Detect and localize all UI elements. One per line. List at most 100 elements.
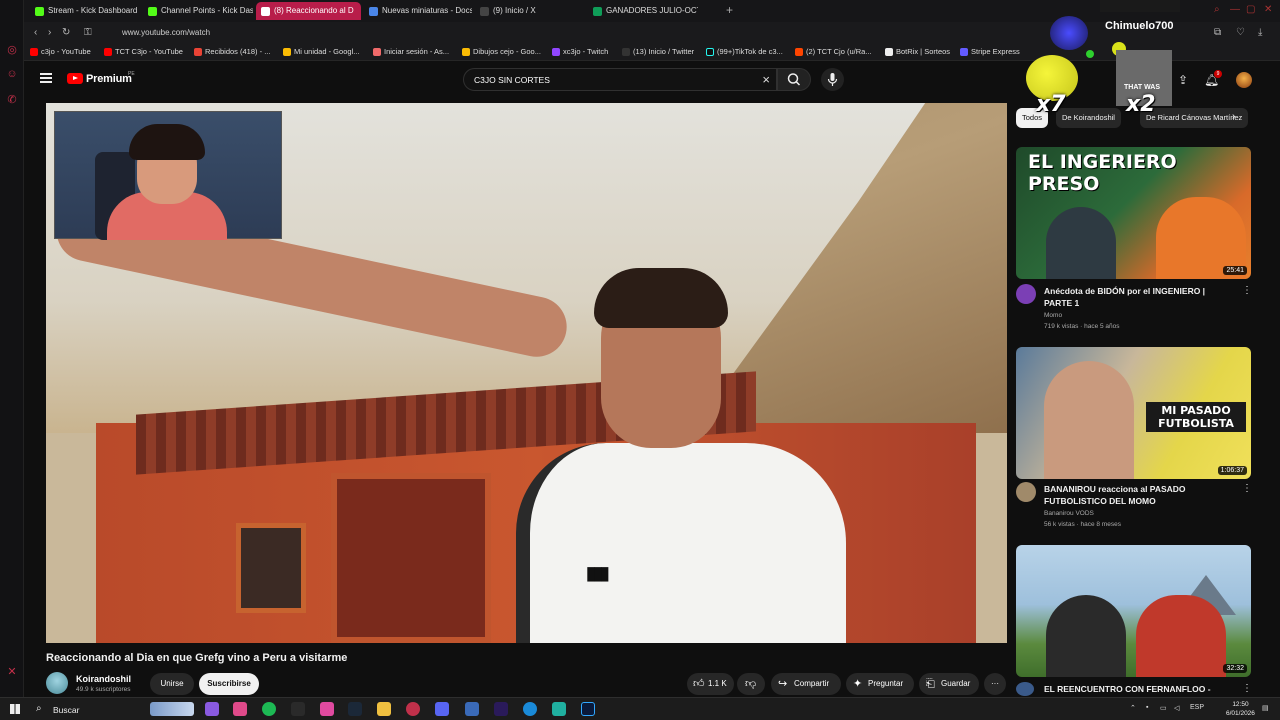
more-vertical-icon[interactable]: ⋮ [1242, 683, 1252, 694]
url-field[interactable]: www.youtube.com/watch [122, 28, 210, 37]
rec-title[interactable]: EL REENCUENTRO CON FERNANFLOO - [1044, 683, 1224, 695]
microphone-icon [827, 73, 838, 86]
voice-search-button[interactable] [821, 68, 844, 91]
bookmark-item[interactable]: (13) Inicio / Twitter [622, 47, 694, 56]
rail-whatsapp-icon[interactable]: ✆ [6, 94, 18, 106]
bookmark-heart-icon[interactable]: ♡ [1236, 27, 1245, 38]
rec-title[interactable]: BANANIROU reacciona al PASADO FUTBOLISTI… [1044, 483, 1224, 507]
network-icon[interactable]: ▭ [1160, 704, 1167, 712]
tray-app-icon[interactable]: ▪ [1146, 704, 1148, 711]
like-button[interactable]: 👍︎ 1.1 K [687, 673, 734, 695]
bookmark-item[interactable]: Mi unidad - Googl... [283, 47, 359, 56]
tab-kick-channel-points[interactable]: Channel Points - Kick Das [143, 2, 253, 20]
rail-history-icon[interactable]: ◎ [6, 44, 18, 56]
asana-icon [373, 48, 381, 56]
rec-thumbnail[interactable]: EL INGERIERO PRESO 25:41 [1016, 147, 1251, 279]
more-vertical-icon[interactable]: ⋮ [1242, 483, 1252, 494]
forward-icon[interactable]: › [48, 27, 51, 38]
rec-thumbnail[interactable]: MI PASADO FUTBOLISTA 1:06:37 [1016, 347, 1251, 479]
bookmark-item[interactable]: (99+)TikTok de c3... [706, 47, 783, 56]
tab-youtube-video[interactable]: (8) Reaccionando al D [256, 2, 361, 20]
tab-ganadores-sheet[interactable]: GANADORES JULIO-OCT [588, 2, 698, 20]
bookmark-item[interactable]: (2) TCT Cjo (u/Ra... [795, 47, 872, 56]
subscribe-button[interactable]: Suscribirse [199, 673, 259, 695]
app-icon[interactable] [552, 702, 566, 716]
bookmark-item[interactable]: TCT C3jo - YouTube [104, 47, 183, 56]
subscriber-count: 49.9 k suscriptores [76, 686, 131, 693]
volume-icon[interactable]: ◁ [1174, 704, 1179, 712]
new-tab-button[interactable]: + [726, 3, 733, 17]
rail-profile-icon[interactable]: ☺ [6, 68, 18, 80]
channel-name[interactable]: Koirandoshil [76, 674, 131, 684]
window-search-icon[interactable]: ⌕ [1214, 4, 1220, 15]
tab-google-docs[interactable]: Nuevas miniaturas - Docs [364, 2, 472, 20]
ask-button[interactable]: ✦ Preguntar [846, 673, 914, 695]
save-button[interactable]: ⎗ Guardar [919, 673, 979, 695]
window-minimize-icon[interactable]: — [1230, 4, 1240, 15]
steam-icon[interactable] [348, 702, 362, 716]
tab-kick-dashboard[interactable]: Stream - Kick Dashboard [30, 2, 140, 20]
edge-icon[interactable] [523, 702, 537, 716]
bookmark-item[interactable]: BotRix | Sorteos [885, 47, 950, 56]
back-icon[interactable]: ‹ [34, 27, 37, 38]
widgets-icon[interactable] [150, 702, 194, 716]
search-button[interactable] [777, 68, 811, 91]
channel-avatar[interactable] [46, 672, 68, 694]
bookmark-item[interactable]: Dibujos cejo - Goo... [462, 47, 541, 56]
rec-thumbnail[interactable]: 32:32 [1016, 545, 1251, 677]
rec-meta: 719 k vistas · hace 5 años [1044, 323, 1120, 330]
channel-avatar[interactable] [1016, 482, 1036, 502]
reload-icon[interactable]: ↻ [62, 27, 70, 38]
chevron-right-icon[interactable]: › [1232, 111, 1235, 122]
tray-chevron-icon[interactable]: ⌃ [1130, 704, 1136, 712]
discord-icon[interactable] [435, 702, 449, 716]
bookmark-item[interactable]: xc3jo - Twitch [552, 47, 608, 56]
bookmark-item[interactable]: c3jo - YouTube [30, 47, 91, 56]
rail-gx-icon[interactable]: ✕ [6, 666, 18, 678]
tab-label: (9) Inicio / X [493, 6, 536, 15]
youtube-logo-icon[interactable] [67, 73, 83, 84]
premiere-icon[interactable] [494, 702, 508, 716]
share-button[interactable]: ↪ Compartir [771, 673, 841, 695]
extensions-icon[interactable]: ⧉ [1214, 27, 1221, 38]
bookmark-item[interactable]: Stripe Express [960, 47, 1020, 56]
app-icon[interactable] [465, 702, 479, 716]
bookmark-item[interactable]: Recibidos (418) - ... [194, 47, 270, 56]
notifications-icon[interactable]: ▤ [1262, 704, 1269, 712]
bookmark-item[interactable]: Iniciar sesión - As... [373, 47, 449, 56]
hamburger-menu-icon[interactable] [40, 73, 52, 83]
instagram-icon[interactable] [320, 702, 334, 716]
youtube-premium-label[interactable]: Premium [86, 73, 132, 85]
spotify-icon[interactable] [262, 702, 276, 716]
more-vertical-icon[interactable]: ⋮ [1242, 285, 1252, 296]
epic-games-icon[interactable] [291, 702, 305, 716]
tab-x-home[interactable]: (9) Inicio / X [475, 2, 583, 20]
window-maximize-icon[interactable]: ▢ [1246, 4, 1255, 15]
app-icon[interactable] [233, 702, 247, 716]
file-explorer-icon[interactable] [377, 702, 391, 716]
search-field[interactable]: C3JO SIN CORTES × [463, 68, 777, 91]
download-icon[interactable]: ⤓ [1258, 27, 1262, 38]
dislike-button[interactable]: 👎︎ [737, 673, 765, 695]
upload-icon[interactable]: ⇪ [1176, 73, 1190, 87]
photoshop-icon[interactable] [581, 702, 595, 716]
account-avatar[interactable] [1236, 72, 1252, 88]
rec-channel[interactable]: Momo [1044, 312, 1062, 319]
channel-avatar[interactable] [1016, 682, 1034, 696]
windows-start-icon[interactable] [10, 704, 20, 714]
channel-avatar[interactable] [1016, 284, 1036, 304]
window-close-icon[interactable]: ✕ [1264, 4, 1272, 15]
rec-channel[interactable]: Bananirou VODS [1044, 510, 1094, 517]
thumbnail-person-left [1044, 361, 1134, 479]
search-input[interactable]: C3JO SIN CORTES [474, 75, 550, 85]
language-indicator[interactable]: ESP [1190, 704, 1204, 711]
video-door [331, 473, 491, 643]
copilot-icon[interactable] [205, 702, 219, 716]
video-player[interactable]: ▮▮▮ [46, 103, 1007, 643]
more-actions-button[interactable]: ··· [984, 673, 1006, 695]
join-button[interactable]: Unirse [150, 673, 194, 695]
clear-search-icon[interactable]: × [762, 72, 770, 87]
opera-gx-icon[interactable] [406, 702, 420, 716]
taskbar-clock[interactable]: 12:50 6/01/2026 [1226, 700, 1255, 718]
rec-title[interactable]: Anécdota de BIDÓN por el INGENIERO | PAR… [1044, 285, 1224, 309]
